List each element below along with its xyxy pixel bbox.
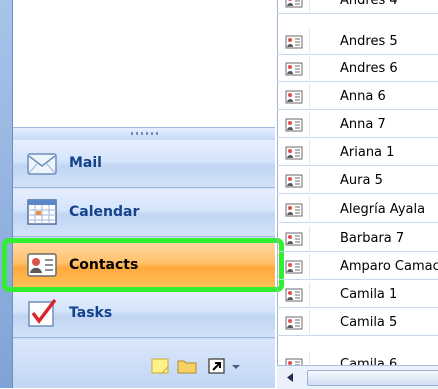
calendar-icon — [27, 199, 57, 225]
contact-name: Anna 7 — [340, 117, 386, 132]
configure-buttons-chevron-icon[interactable] — [229, 356, 243, 376]
navigation-pane-border — [0, 0, 13, 388]
scroll-left-arrow-icon[interactable] — [281, 370, 299, 385]
column-separator — [309, 0, 310, 14]
contact-row[interactable]: Andres 5 — [277, 29, 438, 55]
contact-name: Ariana 1 — [340, 145, 395, 160]
contact-name: Andres 6 — [340, 61, 398, 76]
tasks-icon — [28, 298, 57, 327]
nav-button-calendar[interactable]: Calendar — [13, 189, 275, 237]
navigation-pane-footer — [13, 340, 275, 388]
contacts-highlight-box — [2, 238, 284, 292]
contact-card-icon — [285, 203, 303, 217]
contact-card-icon — [285, 62, 303, 76]
contact-row[interactable]: Andres 6 — [277, 56, 438, 82]
contact-name: Andres 5 — [340, 34, 398, 49]
nav-button-label: Calendar — [69, 204, 140, 220]
column-separator — [309, 56, 310, 82]
contact-card-icon — [285, 174, 303, 188]
contact-card-icon — [285, 316, 303, 330]
column-separator — [309, 197, 310, 223]
contact-card-icon — [285, 288, 303, 302]
column-separator — [309, 226, 310, 252]
contact-row[interactable]: Anna 7 — [277, 112, 438, 138]
contact-name: Andres 4 — [340, 0, 398, 8]
contact-card-icon — [285, 232, 303, 246]
contact-name: Camila 6 — [340, 357, 398, 365]
contact-name: Amparo Camacho — [340, 259, 438, 274]
nav-button-label: Mail — [69, 155, 102, 171]
contact-name: Barbara 7 — [340, 231, 405, 246]
contact-name: Aura 5 — [340, 173, 383, 188]
column-separator — [309, 282, 310, 308]
contact-card-icon — [285, 146, 303, 160]
column-separator — [309, 254, 310, 280]
column-separator — [309, 352, 310, 365]
contact-row[interactable]: Camila 5 — [277, 310, 438, 336]
column-separator — [309, 168, 310, 194]
contact-row[interactable]: Barbara 7 — [277, 226, 438, 252]
contact-row[interactable]: Andres 4 — [277, 0, 438, 14]
splitter-grip-icon — [131, 132, 161, 135]
contact-row[interactable]: Aura 5 — [277, 168, 438, 194]
contact-card-icon — [285, 0, 303, 8]
contact-card-icon — [285, 90, 303, 104]
column-separator — [309, 140, 310, 166]
horizontal-scrollbar[interactable] — [277, 365, 438, 389]
navigation-pane-content — [13, 0, 275, 127]
navigation-pane-splitter[interactable] — [13, 127, 275, 141]
contact-name: Camila 5 — [340, 315, 398, 330]
contact-row[interactable]: Alegría Ayala — [277, 197, 438, 223]
shortcuts-icon[interactable] — [206, 356, 228, 376]
contact-list[interactable]: Andres 4 Andres 5 Andres 6 Anna 6 Anna 7 — [277, 0, 438, 365]
navigation-pane: Mail Calendar Contacts Tasks — [0, 0, 275, 388]
nav-button-mail[interactable]: Mail — [13, 140, 275, 188]
contact-name: Anna 6 — [340, 89, 386, 104]
contact-row[interactable]: Anna 6 — [277, 84, 438, 110]
contact-card-icon — [285, 35, 303, 49]
contact-name: Camila 1 — [340, 287, 398, 302]
nav-button-label: Tasks — [69, 305, 113, 321]
contact-row[interactable]: Camila 6 — [277, 352, 438, 365]
contact-name: Alegría Ayala — [340, 202, 426, 217]
contact-row[interactable]: Ariana 1 — [277, 140, 438, 166]
nav-button-tasks[interactable]: Tasks — [13, 290, 275, 338]
mail-icon — [27, 153, 57, 175]
contact-card-icon — [285, 260, 303, 274]
contact-row[interactable]: Amparo Camacho — [277, 254, 438, 280]
contact-row[interactable]: Camila 1 — [277, 282, 438, 308]
folder-list-icon[interactable] — [176, 356, 198, 376]
column-separator — [309, 310, 310, 336]
column-separator — [309, 29, 310, 55]
column-separator — [309, 112, 310, 138]
column-separator — [309, 84, 310, 110]
scrollbar-thumb[interactable] — [307, 370, 438, 386]
notes-icon[interactable] — [149, 356, 171, 376]
contact-card-icon — [285, 358, 303, 365]
contact-card-icon — [285, 118, 303, 132]
